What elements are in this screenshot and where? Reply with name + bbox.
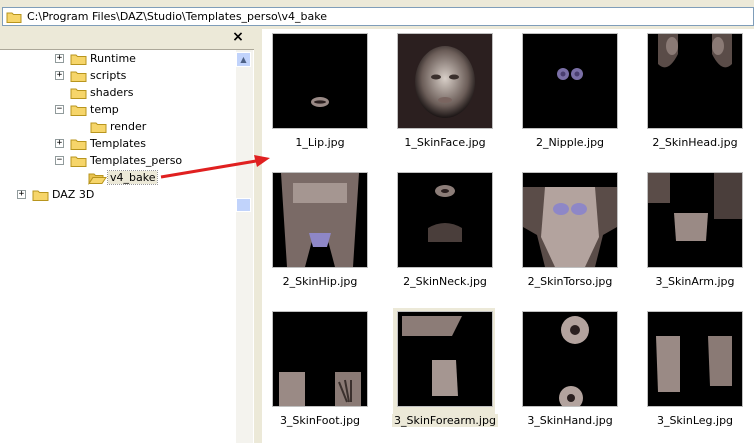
address-path: C:\Program Files\DAZ\Studio\Templates_pe… xyxy=(27,10,327,23)
thumbnail-head xyxy=(647,33,743,129)
thumbnail-forearm xyxy=(397,311,493,407)
folder-icon xyxy=(90,120,107,137)
thumbnail-hand xyxy=(522,311,618,407)
file-tile[interactable]: 2_SkinHip.jpg xyxy=(272,172,368,292)
file-tile[interactable]: 3_SkinLeg.jpg xyxy=(647,311,743,431)
file-tile[interactable]: 3_SkinArm.jpg xyxy=(647,172,743,292)
file-name: 2_SkinHip.jpg xyxy=(282,275,358,288)
folder-icon xyxy=(32,188,49,205)
file-tile[interactable]: 2_SkinHead.jpg xyxy=(647,33,743,153)
folder-icon xyxy=(6,10,22,27)
close-icon[interactable]: × xyxy=(231,29,245,45)
tree-item-temp[interactable]: − temp xyxy=(0,102,236,118)
file-tile[interactable]: 1_Lip.jpg xyxy=(272,33,368,153)
file-name: 3_SkinLeg.jpg xyxy=(656,414,734,427)
open-folder-icon xyxy=(88,171,107,188)
folder-icon xyxy=(70,103,87,120)
tree-item-runtime[interactable]: + Runtime xyxy=(0,51,236,67)
folder-tree: + Runtime + scripts shaders − temp rende… xyxy=(0,50,236,443)
file-tile[interactable]: 1_SkinFace.jpg xyxy=(397,33,493,153)
file-tile[interactable]: 2_Nipple.jpg xyxy=(522,33,618,153)
file-tile[interactable]: 2_SkinTorso.jpg xyxy=(522,172,618,292)
thumbnail-foot xyxy=(272,311,368,407)
annotation-arrow xyxy=(160,155,270,179)
folder-icon xyxy=(70,137,87,154)
file-name: 1_Lip.jpg xyxy=(295,136,345,149)
expand-icon[interactable]: + xyxy=(55,54,64,63)
thumbnail-leg xyxy=(647,311,743,407)
file-name: 1_SkinFace.jpg xyxy=(404,136,486,149)
expand-icon[interactable]: + xyxy=(55,139,64,148)
scroll-thumb[interactable] xyxy=(236,198,251,212)
tree-item-scripts[interactable]: + scripts xyxy=(0,68,236,84)
file-name: 3_SkinForearm.jpg xyxy=(392,414,498,427)
tree-item-label: Templates xyxy=(90,137,146,150)
thumbnail-arm xyxy=(647,172,743,268)
pane-splitter[interactable] xyxy=(254,29,262,443)
scroll-up-icon[interactable]: ▲ xyxy=(236,52,251,67)
thumbnail-lip xyxy=(272,33,368,129)
folder-tree-pane: × + Runtime + scripts shaders − temp ren… xyxy=(0,29,254,443)
tree-item-shaders[interactable]: shaders xyxy=(0,85,236,101)
thumbnail-hip xyxy=(272,172,368,268)
expand-icon[interactable]: + xyxy=(17,190,26,199)
file-name: 2_SkinTorso.jpg xyxy=(527,275,613,288)
folder-icon xyxy=(70,154,87,171)
thumbnail-torso xyxy=(522,172,618,268)
file-tile-selected[interactable]: 3_SkinForearm.jpg xyxy=(392,308,498,431)
folder-icon xyxy=(70,86,87,103)
tree-item-label: Runtime xyxy=(90,52,136,65)
collapse-icon[interactable]: − xyxy=(55,156,64,165)
file-tile[interactable]: 3_SkinHand.jpg xyxy=(522,311,618,431)
tree-item-label: v4_bake xyxy=(106,170,159,185)
tree-header: × xyxy=(0,29,254,50)
file-name: 2_Nipple.jpg xyxy=(535,136,605,149)
file-name: 2_SkinHead.jpg xyxy=(652,136,738,149)
file-name: 3_SkinHand.jpg xyxy=(527,414,613,427)
thumbnail-neck xyxy=(397,172,493,268)
tree-item-label: render xyxy=(110,120,147,133)
expand-icon[interactable]: + xyxy=(55,71,64,80)
file-name: 2_SkinNeck.jpg xyxy=(403,275,487,288)
tree-item-label: DAZ 3D xyxy=(52,188,95,201)
file-name: 3_SkinFoot.jpg xyxy=(279,414,361,427)
thumbnail-nipple xyxy=(522,33,618,129)
tree-item-templates[interactable]: + Templates xyxy=(0,136,236,152)
tree-item-render[interactable]: render xyxy=(0,119,236,135)
thumbnail-grid: 1_Lip.jpg 1_SkinFace.jpg 2_Nipple.jpg 2_… xyxy=(262,29,754,443)
file-name: 3_SkinArm.jpg xyxy=(655,275,735,288)
address-field[interactable]: C:\Program Files\DAZ\Studio\Templates_pe… xyxy=(2,7,754,26)
tree-item-label: temp xyxy=(90,103,119,116)
tree-item-label: scripts xyxy=(90,69,127,82)
collapse-icon[interactable]: − xyxy=(55,105,64,114)
tree-item-label: shaders xyxy=(90,86,134,99)
tree-item-daz-3d[interactable]: + DAZ 3D xyxy=(0,187,236,203)
file-tile[interactable]: 2_SkinNeck.jpg xyxy=(397,172,493,292)
tree-scrollbar[interactable]: ▲ xyxy=(236,50,253,443)
file-tile[interactable]: 3_SkinFoot.jpg xyxy=(272,311,368,431)
address-bar: C:\Program Files\DAZ\Studio\Templates_pe… xyxy=(0,4,754,28)
folder-icon xyxy=(70,52,87,69)
thumbnail-face xyxy=(397,33,493,129)
folder-icon xyxy=(70,69,87,86)
